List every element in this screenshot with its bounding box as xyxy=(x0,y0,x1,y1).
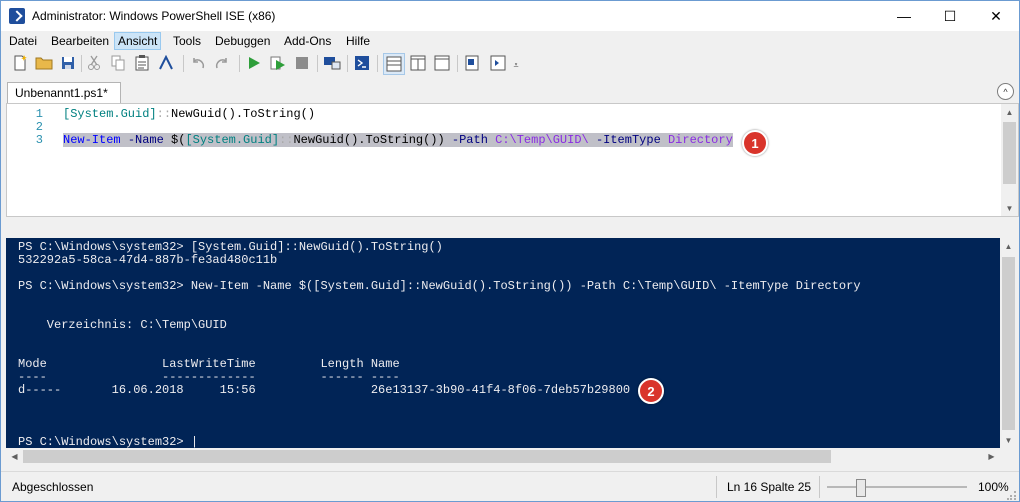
code-path-token: C:\Temp\GUID\ xyxy=(495,133,589,147)
menu-add-ons[interactable]: Add-Ons xyxy=(281,33,334,49)
console-pane[interactable]: PS C:\Windows\system32> [System.Guid]::N… xyxy=(6,238,1017,449)
toolbar: ⩡ xyxy=(1,51,1019,77)
pane-splitter[interactable] xyxy=(6,217,1017,237)
editor-horizontal-area xyxy=(7,200,1001,216)
code-cmdlet-token: New-Item xyxy=(63,133,121,147)
save-icon[interactable] xyxy=(59,54,77,72)
title-bar[interactable]: Administrator: Windows PowerShell ISE (x… xyxy=(1,1,1019,31)
code-parameter-token: -Path xyxy=(451,133,488,147)
scroll-up-icon[interactable]: ▲ xyxy=(1000,238,1017,254)
console-line: Mode LastWriteTime Length Name xyxy=(18,357,400,371)
console-line: Verzeichnis: C:\Temp\GUID xyxy=(18,318,227,332)
console-line: d----- 16.06.2018 15:56 26e13137-3b90-41… xyxy=(18,383,631,397)
console-prompt-line: PS C:\Windows\system32> | xyxy=(18,435,199,449)
paste-icon[interactable] xyxy=(133,54,151,72)
cursor-position: Ln 16 Spalte 25 xyxy=(727,480,812,494)
callout-badge-2: 2 xyxy=(638,378,664,404)
layout-script-top-icon[interactable] xyxy=(383,53,405,75)
code-operator-token: :: xyxy=(279,133,294,147)
window-title: Administrator: Windows PowerShell ISE (x… xyxy=(32,9,276,23)
line-number: 3 xyxy=(35,133,43,147)
powershell-ise-window: Administrator: Windows PowerShell ISE (x… xyxy=(0,0,1020,502)
layout-script-right-icon[interactable] xyxy=(409,54,427,72)
code-operator-token: :: xyxy=(156,107,172,121)
code-type-token: [System.Guid] xyxy=(185,133,280,147)
collapse-script-pane-icon[interactable]: ^ xyxy=(997,83,1014,100)
scroll-up-icon[interactable]: ▲ xyxy=(1001,104,1018,120)
scroll-left-icon[interactable]: ◀ xyxy=(6,448,23,464)
new-remote-tab-icon[interactable] xyxy=(323,54,341,72)
code-line-3-selected[interactable]: New-Item -Name $([System.Guid]::NewGuid(… xyxy=(63,133,733,147)
clear-console-icon[interactable] xyxy=(157,54,175,72)
menu-bearbeiten[interactable]: Bearbeiten xyxy=(48,33,112,49)
code-parameter-token: -Name xyxy=(127,133,164,147)
scrollbar-thumb[interactable] xyxy=(23,450,831,463)
scrollbar-thumb[interactable] xyxy=(1002,257,1015,430)
console-horizontal-scrollbar[interactable]: ◀ ▶ xyxy=(6,448,1000,465)
new-file-icon[interactable] xyxy=(11,54,29,72)
code-parameter-token: -ItemType xyxy=(595,133,661,147)
scroll-down-icon[interactable]: ▼ xyxy=(1000,432,1017,448)
zoom-level: 100% xyxy=(978,480,1009,494)
scroll-right-icon[interactable]: ▶ xyxy=(983,448,1000,464)
show-command-window-icon[interactable] xyxy=(463,54,481,72)
maximize-button[interactable]: ☐ xyxy=(927,1,973,31)
copy-icon[interactable] xyxy=(109,54,127,72)
resize-grip-icon[interactable] xyxy=(1007,490,1017,500)
menu-debuggen[interactable]: Debuggen xyxy=(212,33,273,49)
minimize-button[interactable]: — xyxy=(881,1,927,31)
menu-ansicht[interactable]: Ansicht xyxy=(114,32,162,50)
run-selection-icon[interactable] xyxy=(269,54,287,72)
editor-vertical-scrollbar[interactable]: ▲ ▼ xyxy=(1001,104,1018,216)
tab-unbenannt1[interactable]: Unbenannt1.ps1* xyxy=(7,82,121,103)
status-bar: Abgeschlossen Ln 16 Spalte 25 100% xyxy=(1,471,1019,501)
cut-icon[interactable] xyxy=(85,54,103,72)
close-button[interactable]: ✕ xyxy=(973,1,1019,31)
console-line: 532292a5-58ca-47d4-887b-fe3ad480c11b xyxy=(18,253,278,267)
start-powershell-icon[interactable] xyxy=(353,54,371,72)
status-text: Abgeschlossen xyxy=(12,480,94,494)
script-editor[interactable]: 1 2 3 [System.Guid]::NewGuid().ToString(… xyxy=(6,103,1019,217)
code-member-token: NewGuid().ToString() xyxy=(171,107,316,121)
layout-script-maximized-icon[interactable] xyxy=(433,54,451,72)
console-line: PS C:\Windows\system32> [System.Guid]::N… xyxy=(18,240,443,254)
open-folder-icon[interactable] xyxy=(35,54,53,72)
redo-icon[interactable] xyxy=(213,54,231,72)
menu-tools[interactable]: Tools xyxy=(170,33,204,49)
scroll-down-icon[interactable]: ▼ xyxy=(1001,200,1018,216)
code-subexpression-token: $( xyxy=(171,133,186,147)
undo-icon[interactable] xyxy=(189,54,207,72)
stop-icon[interactable] xyxy=(293,54,311,72)
code-type-token: [System.Guid] xyxy=(63,107,157,121)
script-tab-strip: Unbenannt1.ps1* ^ xyxy=(1,79,1019,103)
code-value-token: Directory xyxy=(667,133,733,147)
show-command-addon-icon[interactable] xyxy=(489,54,507,72)
callout-badge-1: 1 xyxy=(742,130,768,156)
console-vertical-scrollbar[interactable]: ▲ ▼ xyxy=(1000,238,1017,448)
menu-hilfe[interactable]: Hilfe xyxy=(343,33,373,49)
scrollbar-thumb[interactable] xyxy=(1003,122,1016,184)
zoom-slider-track[interactable] xyxy=(827,486,967,488)
console-line: PS C:\Windows\system32> New-Item -Name $… xyxy=(18,279,861,293)
menu-datei[interactable]: Datei xyxy=(6,33,40,49)
code-member-token: NewGuid().ToString()) xyxy=(293,133,445,147)
toolbar-overflow-icon[interactable]: ⩡ xyxy=(511,59,521,71)
menu-bar: Datei Bearbeiten Ansicht Tools Debuggen … xyxy=(1,32,1019,50)
run-script-icon[interactable] xyxy=(245,54,263,72)
code-line-1[interactable]: [System.Guid]::NewGuid().ToString() xyxy=(63,107,315,121)
powershell-app-icon xyxy=(9,8,25,24)
zoom-slider-thumb[interactable] xyxy=(856,479,866,497)
console-line: ---- ------------- ------ ---- xyxy=(18,370,400,384)
